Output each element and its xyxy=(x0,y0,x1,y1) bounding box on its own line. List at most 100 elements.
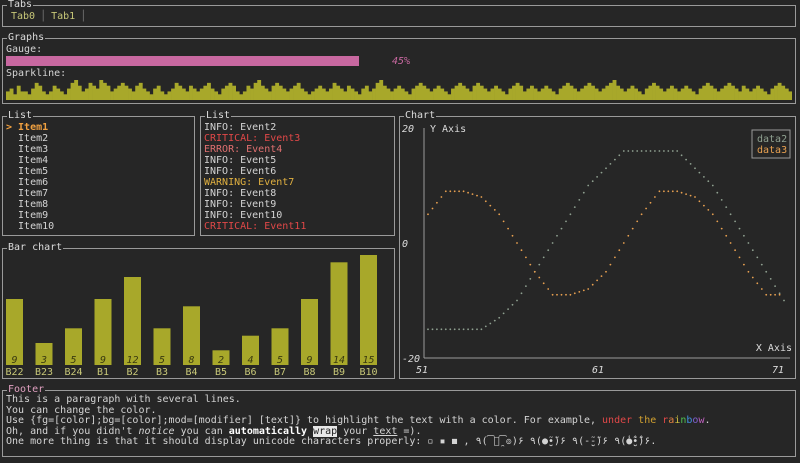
bar-value-label: 12 xyxy=(126,355,138,366)
sparkline-bar xyxy=(404,91,409,100)
sparkline-bar xyxy=(145,91,150,100)
sparkline-bar xyxy=(117,85,122,100)
series-point-data2 xyxy=(711,184,714,187)
sparkline-bar xyxy=(547,88,552,100)
series-point-data3 xyxy=(609,263,612,266)
item-list-panel: List > Item1 Item2 Item3 Item4 Item5 Ite… xyxy=(2,110,195,236)
series-point-data3 xyxy=(680,191,683,194)
footer-text: Oh, and if you didn't xyxy=(6,425,139,437)
footer-red-word: under xyxy=(602,415,633,426)
list-item[interactable]: Item9 xyxy=(6,210,54,221)
series-point-data2 xyxy=(440,328,443,331)
sparkline-bar xyxy=(702,85,707,100)
tab-separator: │ xyxy=(40,11,47,22)
list-item[interactable]: Item4 xyxy=(6,155,54,166)
series-point-data3 xyxy=(747,270,750,273)
list-item[interactable]: Item7 xyxy=(6,188,54,199)
sparkline-bar xyxy=(494,85,498,100)
sparkline-bar xyxy=(217,94,222,100)
bar-category-label: B10 xyxy=(359,367,377,378)
sparkline-bar xyxy=(235,91,240,100)
sparkline-bar xyxy=(149,94,154,100)
series-point-data2 xyxy=(565,220,567,223)
series-point-data3 xyxy=(431,207,434,210)
sparkline-bar xyxy=(128,88,132,100)
sparkline-bar xyxy=(515,82,520,100)
event-list-item[interactable]: INFO: Event2 xyxy=(204,122,306,133)
sparkline-bar xyxy=(486,91,491,100)
sparkline-bar xyxy=(576,91,581,100)
event-list-item[interactable]: INFO: Event6 xyxy=(204,166,306,177)
series-point-data2 xyxy=(480,328,483,331)
series-point-data2 xyxy=(783,299,785,302)
sparkline-bar xyxy=(641,94,646,100)
series-point-data3 xyxy=(751,276,754,279)
sparkline-bar xyxy=(616,85,621,100)
sparkline-bar xyxy=(436,85,441,100)
tab-1[interactable]: Tab1 xyxy=(51,11,75,22)
sparkline-bar xyxy=(13,94,18,100)
sparkline-bar xyxy=(558,88,563,100)
x-tick-label: 51 xyxy=(416,365,428,376)
bar-category-label: B23 xyxy=(35,367,53,378)
series-point-data3 xyxy=(760,288,763,290)
sparkline-bar xyxy=(156,85,161,100)
bar-value-label: 14 xyxy=(333,355,345,366)
sparkline-bar xyxy=(379,80,384,100)
sparkline-bar xyxy=(257,80,262,100)
sparkline-bar xyxy=(38,85,43,100)
list-item[interactable]: Item6 xyxy=(6,177,54,188)
series-point-data2 xyxy=(529,278,532,280)
series-point-data3 xyxy=(462,190,465,193)
event-list-item[interactable]: CRITICAL: Event3 xyxy=(204,133,306,144)
event-list-item[interactable]: INFO: Event5 xyxy=(204,155,306,166)
sparkline-bar xyxy=(178,85,183,100)
series-point-data2 xyxy=(538,263,541,266)
tab-bar: Tab0 │ Tab1 │ xyxy=(11,11,91,23)
sparkline-bar xyxy=(142,88,147,100)
series-point-data3 xyxy=(774,293,776,296)
list-item[interactable]: Item2 xyxy=(6,133,54,144)
series-point-data2 xyxy=(605,167,607,170)
footer-paragraph: This is a paragraph with several lines. Y… xyxy=(6,394,711,448)
sparkline-bar xyxy=(716,91,721,100)
list-item[interactable]: > Item1 xyxy=(6,122,54,133)
sparkline-bar xyxy=(705,82,710,100)
series-point-data2 xyxy=(622,150,625,152)
list-item[interactable]: Item3 xyxy=(6,144,54,155)
event-list-item[interactable]: INFO: Event8 xyxy=(204,188,306,199)
sparkline-bar xyxy=(634,88,638,100)
sparkline-bar xyxy=(490,88,495,100)
series-point-data2 xyxy=(707,180,710,183)
sparkline-bar xyxy=(666,88,671,100)
series-point-data2 xyxy=(525,285,527,287)
sparkline-bar xyxy=(296,82,301,100)
series-point-data3 xyxy=(618,249,621,252)
sparkline-bar xyxy=(386,88,391,100)
sparkline-bar xyxy=(583,85,588,100)
series-point-data3 xyxy=(538,276,541,279)
sparkline-bar xyxy=(479,85,484,100)
sparkline-bar xyxy=(357,94,362,100)
sparkline-bar xyxy=(526,88,531,100)
series-point-data2 xyxy=(471,328,474,331)
event-list-item[interactable]: INFO: Event10 xyxy=(204,210,306,221)
tab-0[interactable]: Tab0 xyxy=(11,11,35,22)
y-axis-label: Y Axis xyxy=(430,124,466,135)
sparkline-bar xyxy=(522,91,527,100)
list-item[interactable]: Item8 xyxy=(6,199,54,210)
list-item[interactable]: Item5 xyxy=(6,166,54,177)
event-list-item[interactable]: WARNING: Event7 xyxy=(204,177,306,188)
list-item[interactable]: Item10 xyxy=(6,221,54,232)
event-list-item[interactable]: INFO: Event9 xyxy=(204,199,306,210)
bar-chart-panel: Bar chart 9 B22 3 B23 5 B24 9 B1 12 B2 5 B3 8 B4 2 B5 4 B… xyxy=(2,242,395,379)
series-point-data3 xyxy=(458,190,460,193)
footer-text: your xyxy=(337,425,374,437)
sparkline-bar xyxy=(422,85,427,100)
y-tick-label: -20 xyxy=(402,354,420,365)
event-list: INFO: Event2 CRITICAL: Event3 ERROR: Event… xyxy=(204,122,306,232)
event-list-item[interactable]: CRITICAL: Event11 xyxy=(204,221,306,232)
bar-value-label: 8 xyxy=(188,355,194,366)
sparkline-bar xyxy=(361,88,366,100)
event-list-item[interactable]: ERROR: Event4 xyxy=(204,144,306,155)
